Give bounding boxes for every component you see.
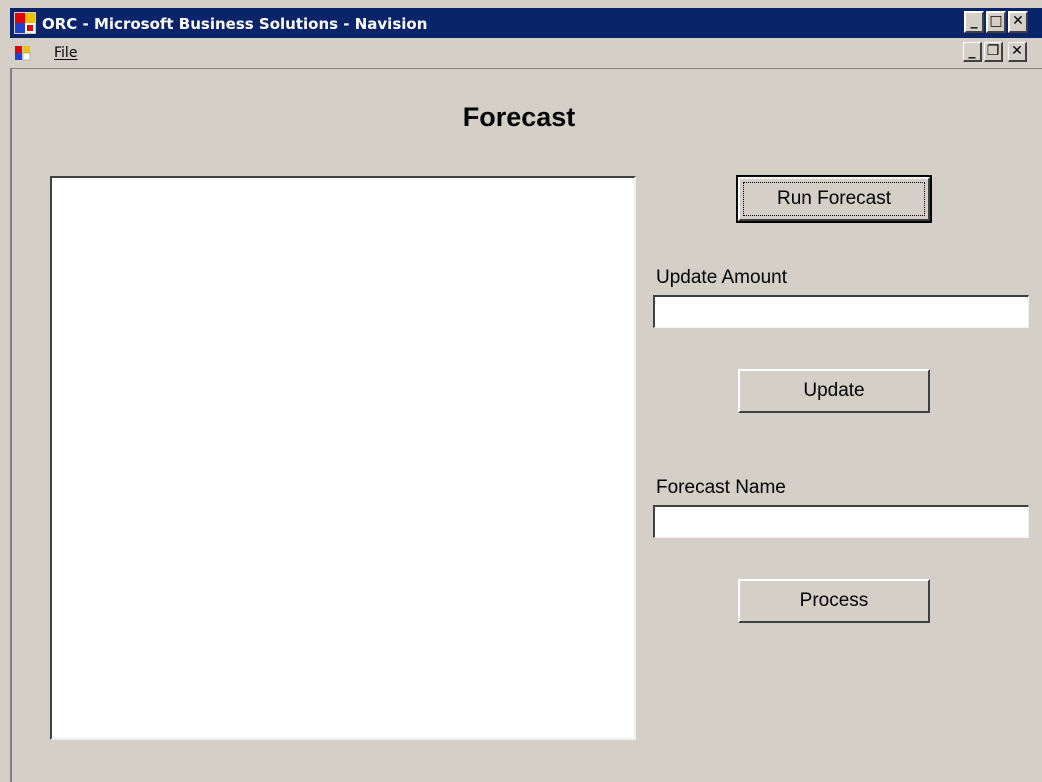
process-button[interactable]: Process <box>738 579 930 623</box>
forecast-name-input[interactable] <box>653 505 1029 538</box>
close-button[interactable]: ✕ <box>1008 11 1028 33</box>
menu-file[interactable]: File <box>54 45 77 61</box>
navision-document-icon[interactable] <box>14 44 32 62</box>
update-button[interactable]: Update <box>738 369 930 413</box>
menu-file-label: File <box>54 45 78 61</box>
document-restore-button[interactable]: ❐ <box>984 42 1003 62</box>
focus-rectangle <box>743 182 925 216</box>
run-forecast-button[interactable]: Run Forecast <box>736 175 932 223</box>
update-amount-input[interactable] <box>653 295 1029 328</box>
window-title: ORC - Microsoft Business Solutions - Nav… <box>42 15 428 33</box>
form-title: Forecast <box>462 102 576 132</box>
update-button-label: Update <box>803 380 865 401</box>
menu-bar: File _ ❐ ✕ <box>10 38 1042 69</box>
navision-app-icon <box>14 12 36 34</box>
forecast-results-list[interactable] <box>50 176 636 740</box>
forecast-name-label: Forecast Name <box>656 477 786 498</box>
update-amount-label: Update Amount <box>656 267 787 288</box>
maximize-button[interactable]: □ <box>986 11 1006 33</box>
document-close-button[interactable]: ✕ <box>1008 42 1027 62</box>
document-minimize-button[interactable]: _ <box>963 42 982 62</box>
forecast-form: Forecast Run Forecast Update Amount Upda… <box>10 69 1042 782</box>
app-window: ORC - Microsoft Business Solutions - Nav… <box>0 0 1042 782</box>
title-bar[interactable]: ORC - Microsoft Business Solutions - Nav… <box>10 8 1042 38</box>
process-button-label: Process <box>799 590 869 611</box>
minimize-button[interactable]: _ <box>964 11 984 33</box>
